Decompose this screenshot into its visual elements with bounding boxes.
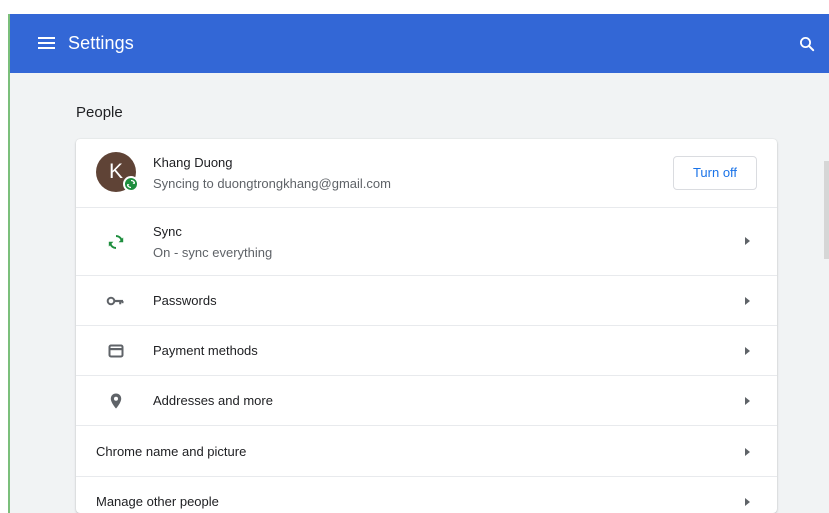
hamburger-icon[interactable]	[38, 36, 55, 50]
settings-item-passwords[interactable]: Passwords	[76, 275, 777, 325]
settings-item-sublabel: On - sync everything	[153, 245, 273, 260]
settings-item-payment-methods[interactable]: Payment methods	[76, 325, 777, 375]
turn-off-button[interactable]: Turn off	[673, 156, 757, 190]
credit-card-icon	[106, 341, 126, 361]
chevron-right-icon	[745, 297, 750, 305]
section-title-people: People	[76, 104, 123, 121]
chevron-right-icon	[745, 448, 750, 456]
scrollbar[interactable]	[824, 73, 829, 513]
chevron-right-icon	[745, 498, 750, 506]
settings-item-label: Payment methods	[153, 343, 258, 358]
account-sync-status: Syncing to duongtrongkhang@gmail.com	[153, 176, 391, 191]
settings-item-label: Passwords	[153, 293, 217, 308]
key-icon	[106, 291, 126, 311]
page-title: Settings	[68, 33, 134, 53]
settings-item-sync[interactable]: Sync On - sync everything	[76, 207, 777, 275]
account-row: K Khang Duong Syncing to duongtrongkhang…	[76, 139, 777, 207]
chevron-right-icon	[745, 237, 750, 245]
settings-window: Settings People K Khang Duong Syncing to…	[0, 0, 829, 513]
chevron-right-icon	[745, 347, 750, 355]
settings-item-label: Sync	[153, 224, 182, 239]
settings-item-chrome-name-picture[interactable]: Chrome name and picture	[76, 425, 777, 476]
location-pin-icon	[106, 391, 126, 411]
search-icon[interactable]	[799, 36, 815, 52]
chevron-right-icon	[745, 397, 750, 405]
sync-icon	[106, 232, 126, 252]
settings-item-label: Addresses and more	[153, 393, 273, 408]
settings-toolbar: Settings	[10, 14, 829, 73]
settings-item-label: Chrome name and picture	[96, 444, 247, 459]
avatar-letter: K	[108, 160, 123, 183]
account-name: Khang Duong	[153, 155, 233, 170]
scrollbar-thumb[interactable]	[824, 161, 829, 259]
sync-status-icon	[123, 176, 139, 192]
settings-item-label: Manage other people	[96, 494, 219, 509]
settings-item-addresses[interactable]: Addresses and more	[76, 375, 777, 425]
settings-item-manage-other-people[interactable]: Manage other people	[76, 476, 777, 513]
people-card: K Khang Duong Syncing to duongtrongkhang…	[76, 139, 777, 513]
